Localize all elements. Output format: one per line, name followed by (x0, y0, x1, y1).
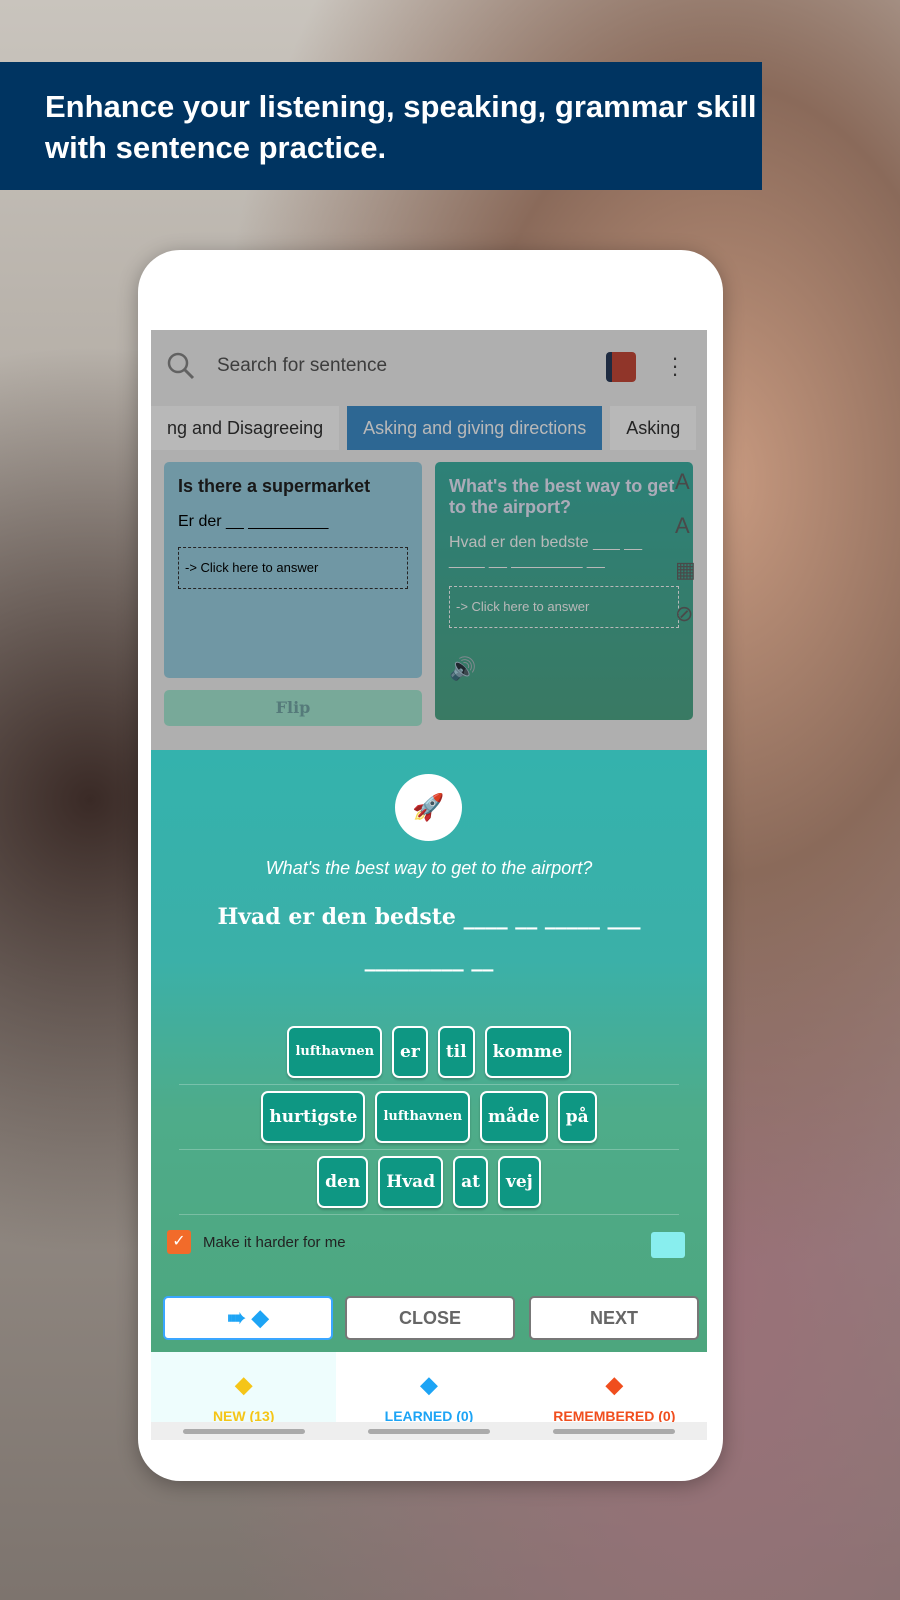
question-text: What's the best way to get to the airpor… (265, 858, 593, 878)
harder-label: Make it harder for me (203, 1233, 346, 1251)
tag-icon: ◆ (605, 1372, 623, 1397)
word-tile[interactable]: at (453, 1156, 488, 1208)
word-tile[interactable]: Hvad (378, 1156, 444, 1208)
word-tile[interactable]: komme (484, 1026, 571, 1078)
word-tile[interactable]: måde (480, 1091, 548, 1143)
word-row: hurtigste lufthavnen måde på (179, 1091, 679, 1150)
word-tile[interactable]: på (557, 1091, 597, 1143)
word-row: lufthavnen er til komme (179, 1026, 679, 1085)
tag-icon: ◆ (420, 1372, 438, 1397)
keyboard-icon[interactable] (651, 1232, 685, 1258)
word-tile[interactable]: lufthavnen (287, 1026, 383, 1078)
dim-overlay (151, 330, 707, 750)
word-tile[interactable]: den (317, 1156, 369, 1208)
checkmark-icon[interactable]: ✓ (167, 1230, 191, 1254)
word-row: den Hvad at vej (179, 1156, 679, 1215)
move-to-learned-button[interactable]: ➠ ◆ (163, 1296, 333, 1340)
sentence-blank: Hvad er den bedste ____ __ _____ ___ ___… (217, 904, 641, 972)
practice-dialog: 🚀 What's the best way to get to the airp… (151, 750, 707, 1352)
tag-icon: ◆ (235, 1372, 253, 1397)
next-button[interactable]: NEXT (529, 1296, 699, 1340)
arrow-tag-icon: ➠ ◆ (227, 1305, 269, 1330)
word-tile[interactable]: til (437, 1026, 475, 1078)
promo-banner: Enhance your listening, speaking, gramma… (0, 62, 762, 190)
app-screen: Search for sentence · · · ng and Disagreei… (151, 330, 707, 1440)
sentence-list: Search for sentence · · · ng and Disagreei… (151, 330, 707, 750)
word-tile[interactable]: er (392, 1026, 428, 1078)
word-tile[interactable]: lufthavnen (375, 1091, 471, 1143)
tab-indicators (151, 1422, 707, 1440)
harder-checkbox[interactable]: ✓ Make it harder for me (167, 1230, 346, 1254)
rocket-icon: 🚀 (395, 774, 462, 841)
close-button[interactable]: CLOSE (345, 1296, 515, 1340)
word-tile[interactable]: vej (497, 1156, 541, 1208)
word-tile[interactable]: hurtigste (261, 1091, 366, 1143)
